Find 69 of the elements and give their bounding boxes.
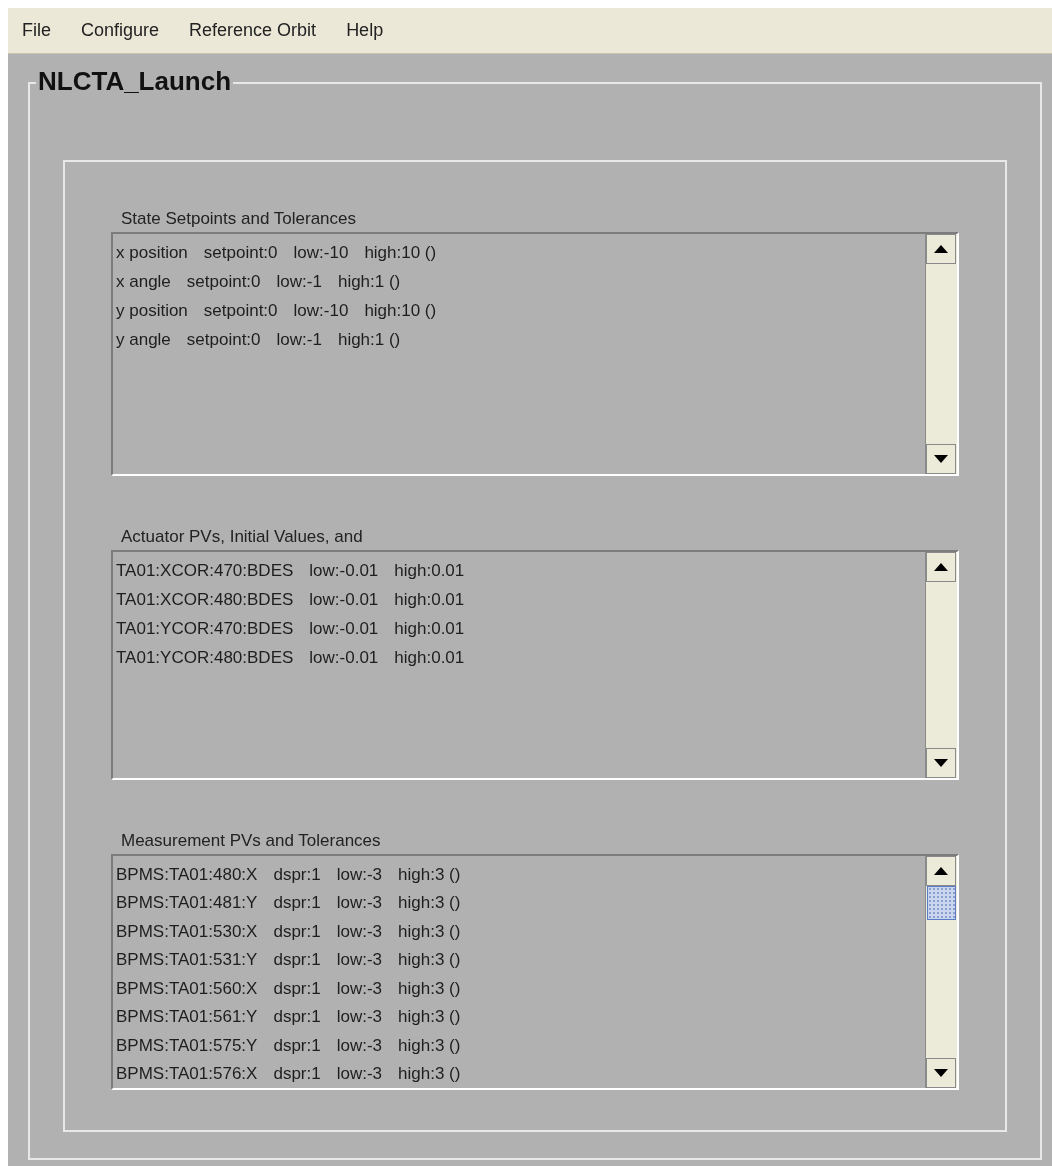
list-entry: BPMS:TA01:560:X [116,977,258,1000]
list-entry: setpoint:0 [186,328,261,351]
list-entry: high:0.01 [394,617,465,640]
list-entry: BPMS:TA01:575:Y [116,1034,258,1057]
list-entry: dspr:1 [273,920,321,943]
list-entry: high:3 () [398,977,461,1000]
list-entry: dspr:1 [273,1063,321,1085]
list-entry: high:0.01 [394,559,465,582]
list-entry: high:3 () [398,1006,461,1028]
list-entry: BPMS:TA01:576:X [116,1063,258,1085]
list-entry: low:-1 [276,270,322,293]
list-entry: low:-3 [336,949,383,971]
list-box[interactable]: TA01:XCOR:470:BDES low:-0.01 high:0.01 TA01:XCOR:480:BDES low:-0.01 high:0.01 TA01:YCOR:470:BDES low:-0.01 high:0.01 TA01:YCOR:480:BDES low:-0.01 high:0.01 [111,550,959,780]
list-entry: TA01:YCOR:470:BDES [116,617,294,640]
list-entry: low:-0.01 [309,588,379,611]
list-entry: high:3 () [398,863,461,886]
list-entry: setpoint:0 [203,299,278,322]
list-entry: low:-3 [336,892,383,914]
list-entry: TA01:XCOR:480:BDES [116,588,294,611]
menu-item[interactable]: File [22,17,51,44]
list-entry: high:3 () [398,1034,461,1057]
list-entry: low:-10 [293,241,349,264]
list-entry: low:-3 [336,920,383,943]
list-entry: high:3 () [398,892,461,914]
list-entry: BPMS:TA01:480:X [116,863,258,886]
list-entry: y angle [116,328,171,351]
list-entry: low:-0.01 [309,646,379,669]
list-entry: BPMS:TA01:530:X [116,920,258,943]
list-entry: high:3 () [398,949,461,971]
list-entry: y position [116,299,188,322]
list-entry: high:0.01 [394,646,465,669]
list-entry: dspr:1 [273,977,321,1000]
list-entry: low:-10 [293,299,349,322]
list-entry: dspr:1 [273,949,321,971]
list-entry: x position [116,241,188,264]
list-entry: BPMS:TA01:481:Y [116,892,258,914]
list-entry: dspr:1 [273,863,321,886]
list-entry: setpoint:0 [186,270,261,293]
section-label: Measurement PVs and Tolerances [120,830,382,852]
list-entry: BPMS:TA01:561:Y [116,1006,258,1028]
list-entry: high:1 () [337,270,401,293]
list-entry: low:-0.01 [309,559,379,582]
list-entry: high:0.01 [394,588,465,611]
list-entry: low:-1 [276,328,322,351]
list-entry: BPMS:TA01:531:Y [116,949,258,971]
list-entry: low:-3 [336,1063,383,1085]
list-entry: low:-3 [336,977,383,1000]
list-entry: dspr:1 [273,1006,321,1028]
list-entry: TA01:YCOR:480:BDES [116,646,294,669]
list-entry: TA01:XCOR:470:BDES [116,559,294,582]
list-entry: low:-3 [336,1006,383,1028]
list-entry: high:3 () [398,920,461,943]
list-entry: dspr:1 [273,1034,321,1057]
list-entry: dspr:1 [273,892,321,914]
list-entry: high:1 () [337,328,401,351]
list-entry: low:-0.01 [309,617,379,640]
menu-item[interactable]: Reference Orbit [189,17,317,44]
list-entry: low:-3 [336,1034,383,1057]
section-label: Actuator PVs, Initial Values, and [120,526,364,548]
list-entry: low:-3 [336,863,383,886]
list-box[interactable]: x position setpoint:0 low:-10 high:10 () x angle setpoint:0 low:-1 high:1 () y position setpoint:0 low:-10 high:10 () y angle setpoint:0 low:-1 high:1 () [111,232,959,476]
list-entry: setpoint:0 [203,241,278,264]
list-entry: x angle [116,270,171,293]
list-entry: high:3 () [398,1063,461,1085]
list-entry: high:10 () [364,241,437,264]
menu-item[interactable]: Help [346,17,384,44]
menu-item[interactable]: Configure [81,17,160,44]
section-label: State Setpoints and Tolerances [120,208,357,230]
list-entry: high:10 () [364,299,437,322]
